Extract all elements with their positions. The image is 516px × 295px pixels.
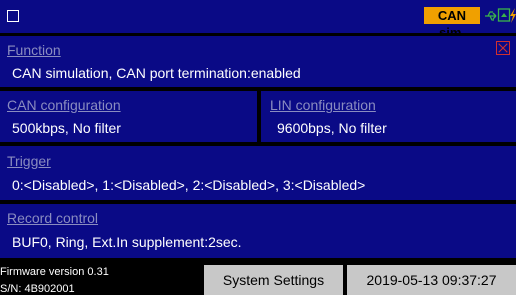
function-panel[interactable]: Function CAN simulation, CAN port termin… <box>0 36 516 87</box>
trigger-value: 0:<Disabled>, 1:<Disabled>, 2:<Disabled>… <box>12 177 366 193</box>
trigger-panel[interactable]: Trigger 0:<Disabled>, 1:<Disabled>, 2:<D… <box>0 146 516 200</box>
record-control-title: Record control <box>7 210 99 226</box>
trigger-title: Trigger <box>7 153 51 169</box>
title-bar: CAN sim. <box>0 0 516 40</box>
can-configuration-title: CAN configuration <box>7 97 121 113</box>
lin-configuration-title: LIN configuration <box>270 97 376 113</box>
function-value: CAN simulation, CAN port termination:ena… <box>12 65 301 81</box>
datetime-display: 2019-05-13 09:37:27 <box>347 265 516 295</box>
firmware-version: Firmware version 0.31 <box>0 266 109 278</box>
serial-number: S/N: 4B902001 <box>0 283 75 295</box>
record-control-panel[interactable]: Record control BUF0, Ring, Ext.In supple… <box>0 204 516 258</box>
menu-square-icon[interactable] <box>7 10 19 22</box>
function-title: Function <box>7 42 61 58</box>
can-configuration-value: 500kbps, No filter <box>12 120 121 136</box>
can-configuration-panel[interactable]: CAN configuration 500kbps, No filter <box>0 91 257 142</box>
lin-configuration-panel[interactable]: LIN configuration 9600bps, No filter <box>261 91 516 142</box>
power-icon <box>510 8 516 23</box>
close-icon[interactable] <box>496 41 510 55</box>
record-control-value: BUF0, Ring, Ext.In supplement:2sec. <box>12 234 242 250</box>
mode-badge: CAN sim. <box>424 7 480 40</box>
lin-configuration-value: 9600bps, No filter <box>277 120 387 136</box>
usb-icon <box>485 11 497 21</box>
system-settings-button[interactable]: System Settings <box>204 265 343 295</box>
